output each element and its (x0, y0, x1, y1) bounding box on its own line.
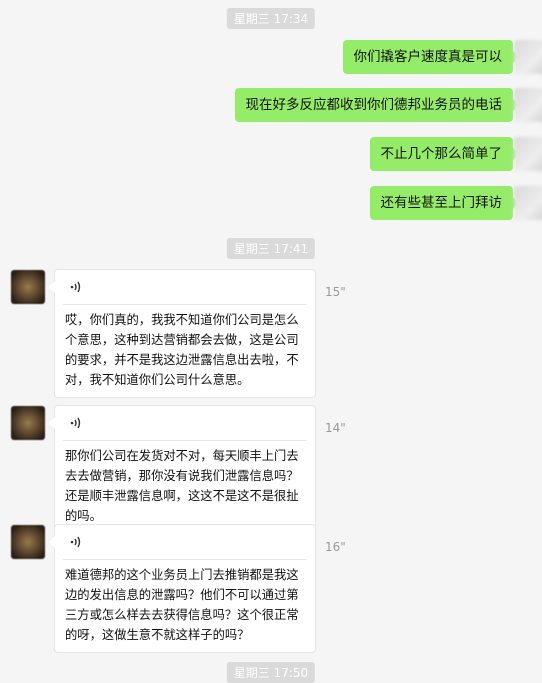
voice-wave-icon (70, 281, 81, 293)
avatar[interactable] (514, 186, 542, 220)
sent-message[interactable]: 不止几个那么简单了 (369, 137, 519, 171)
avatar[interactable] (514, 88, 542, 122)
avatar[interactable] (11, 270, 45, 304)
timestamp: 星期三 17:50 (226, 662, 316, 683)
timestamp: 星期三 17:34 (226, 8, 316, 29)
sent-message[interactable]: 现在好多反应都收到你们德邦业务员的电话 (234, 88, 519, 122)
message-text: 还有些甚至上门拜访 (380, 195, 503, 211)
message-text: 你们撬客户速度真是可以 (353, 49, 503, 65)
voice-play-area[interactable] (55, 406, 315, 440)
sent-message[interactable]: 你们撬客户速度真是可以 (342, 40, 519, 74)
voice-message[interactable]: 那你们公司在发货对不对，每天顺丰上门去去去做营销，那你没有说我们泄露信息吗？还是… (49, 405, 316, 534)
voice-duration: 14" (325, 421, 346, 435)
voice-wave-icon (70, 417, 81, 429)
voice-transcript: 那你们公司在发货对不对，每天顺丰上门去去去做营销，那你没有说我们泄露信息吗？还是… (65, 449, 299, 523)
avatar[interactable] (11, 525, 45, 559)
voice-message[interactable]: 哎，你们真的，我我不知道你们公司是怎么个意思，这种到达营销都会去做，这是公司的要… (49, 269, 316, 398)
voice-wave-icon (70, 536, 81, 548)
voice-duration: 16" (325, 540, 346, 554)
voice-transcript: 难道德邦的这个业务员上门去推销都是我这边的发出信息的泄露吗？他们不可以通过第三方… (65, 568, 299, 642)
voice-play-area[interactable] (55, 270, 315, 304)
message-text: 现在好多反应都收到你们德邦业务员的电话 (245, 97, 503, 113)
timestamp: 星期三 17:41 (226, 238, 316, 259)
voice-duration: 15" (325, 285, 346, 299)
voice-message[interactable]: 难道德邦的这个业务员上门去推销都是我这边的发出信息的泄露吗？他们不可以通过第三方… (49, 524, 316, 653)
sent-message[interactable]: 还有些甚至上门拜访 (369, 186, 519, 220)
avatar[interactable] (514, 137, 542, 171)
message-text: 不止几个那么简单了 (380, 146, 503, 162)
voice-play-area[interactable] (55, 525, 315, 559)
voice-transcript: 哎，你们真的，我我不知道你们公司是怎么个意思，这种到达营销都会去做，这是公司的要… (65, 313, 299, 387)
avatar[interactable] (11, 406, 45, 440)
avatar[interactable] (514, 40, 542, 74)
